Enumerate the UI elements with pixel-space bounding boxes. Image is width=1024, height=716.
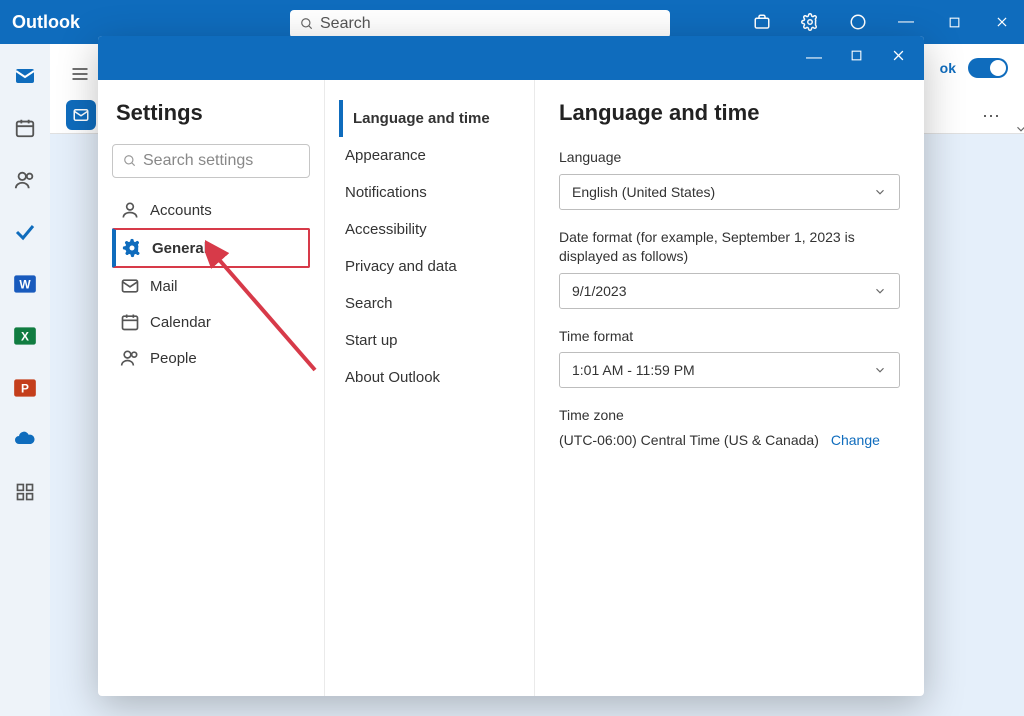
svg-text:X: X	[21, 329, 29, 343]
rail-excel-icon[interactable]: X	[9, 320, 41, 352]
rail-powerpoint-icon[interactable]: P	[9, 372, 41, 404]
chevron-down-icon	[873, 185, 887, 199]
search-icon	[123, 154, 137, 168]
global-search[interactable]: Search	[290, 10, 670, 38]
mail-icon	[120, 276, 140, 296]
settings-search-placeholder: Search settings	[143, 152, 253, 170]
settings-search-input[interactable]: Search settings	[112, 144, 310, 178]
time-format-select[interactable]: 1:01 AM - 11:59 PM	[559, 352, 900, 388]
bg-right-controls: ok	[940, 58, 1008, 78]
ribbon-chevron-icon[interactable]	[1014, 122, 1024, 141]
settings-detail-pane: Language and time Language English (Unit…	[534, 80, 924, 696]
field-language: Language English (United States)	[559, 148, 900, 210]
language-select[interactable]: English (United States)	[559, 174, 900, 210]
rail-word-icon[interactable]: W	[9, 268, 41, 300]
app-rail: W X P	[0, 44, 50, 716]
more-menu-icon[interactable]: ⋯	[982, 106, 1002, 127]
ok-label: ok	[940, 60, 956, 76]
subitem-about-outlook[interactable]: About Outlook	[339, 359, 520, 396]
people-icon	[120, 348, 140, 368]
hamburger-icon[interactable]	[70, 64, 90, 89]
rail-mail-icon[interactable]	[9, 60, 41, 92]
window-maximize-outer[interactable]	[940, 16, 968, 29]
subitem-appearance[interactable]: Appearance	[339, 137, 520, 174]
modal-body: Settings Search settings Accounts Genera…	[98, 80, 924, 696]
rail-people-icon[interactable]	[9, 164, 41, 196]
chevron-down-icon	[873, 284, 887, 298]
category-label: People	[150, 350, 197, 367]
settings-gear-icon[interactable]	[796, 13, 824, 31]
subitem-privacy-and-data[interactable]: Privacy and data	[339, 248, 520, 285]
svg-text:W: W	[19, 277, 31, 291]
modal-close-icon[interactable]	[891, 48, 906, 68]
settings-sublist-column: Language and time Appearance Notificatio…	[324, 80, 534, 696]
toggle-knob	[990, 60, 1006, 76]
category-label: General	[152, 240, 208, 257]
category-label: Mail	[150, 278, 178, 295]
subitem-language-and-time[interactable]: Language and time	[339, 100, 520, 137]
briefcase-icon[interactable]	[748, 13, 776, 31]
time-format-value: 1:01 AM - 11:59 PM	[572, 362, 695, 378]
pane-title: Language and time	[559, 100, 900, 126]
search-icon	[300, 17, 314, 31]
rail-calendar-icon[interactable]	[9, 112, 41, 144]
language-value: English (United States)	[572, 184, 715, 200]
help-icon[interactable]	[844, 13, 872, 31]
rail-onedrive-icon[interactable]	[9, 424, 41, 456]
category-accounts[interactable]: Accounts	[112, 192, 310, 228]
category-mail[interactable]: Mail	[112, 268, 310, 304]
settings-modal: — Settings Search settings Accounts Gene…	[98, 36, 924, 696]
date-format-value: 9/1/2023	[572, 283, 627, 299]
gear-icon	[122, 238, 142, 258]
time-format-label: Time format	[559, 327, 900, 347]
time-zone-label: Time zone	[559, 406, 900, 426]
subitem-start-up[interactable]: Start up	[339, 322, 520, 359]
date-format-label: Date format (for example, September 1, 2…	[559, 228, 900, 267]
feature-toggle[interactable]	[968, 58, 1008, 78]
category-general[interactable]: General	[112, 228, 310, 268]
field-time-zone: Time zone (UTC-06:00) Central Time (US &…	[559, 406, 900, 448]
category-people[interactable]: People	[112, 340, 310, 376]
subitem-search[interactable]: Search	[339, 285, 520, 322]
settings-categories-column: Settings Search settings Accounts Genera…	[98, 80, 324, 696]
app-title: Outlook	[12, 12, 80, 33]
settings-title: Settings	[112, 100, 310, 126]
subitem-notifications[interactable]: Notifications	[339, 174, 520, 211]
chevron-down-icon	[873, 363, 887, 377]
change-timezone-link[interactable]: Change	[831, 432, 880, 448]
person-icon	[120, 200, 140, 220]
field-date-format: Date format (for example, September 1, 2…	[559, 228, 900, 309]
category-label: Calendar	[150, 314, 211, 331]
category-label: Accounts	[150, 202, 212, 219]
window-minimize-outer[interactable]: —	[892, 13, 920, 31]
svg-text:P: P	[21, 381, 29, 395]
modal-header: —	[98, 36, 924, 80]
subitem-accessibility[interactable]: Accessibility	[339, 211, 520, 248]
language-label: Language	[559, 148, 900, 168]
field-time-format: Time format 1:01 AM - 11:59 PM	[559, 327, 900, 389]
date-format-select[interactable]: 9/1/2023	[559, 273, 900, 309]
mail-chip-icon[interactable]	[66, 100, 96, 130]
modal-maximize-icon[interactable]	[850, 49, 863, 67]
rail-more-apps-icon[interactable]	[9, 476, 41, 508]
window-close-outer[interactable]	[988, 15, 1016, 29]
time-zone-value: (UTC-06:00) Central Time (US & Canada)	[559, 432, 819, 448]
global-search-placeholder: Search	[320, 15, 371, 33]
modal-minimize-icon[interactable]: —	[806, 49, 822, 67]
calendar-icon	[120, 312, 140, 332]
category-calendar[interactable]: Calendar	[112, 304, 310, 340]
rail-todo-icon[interactable]	[9, 216, 41, 248]
